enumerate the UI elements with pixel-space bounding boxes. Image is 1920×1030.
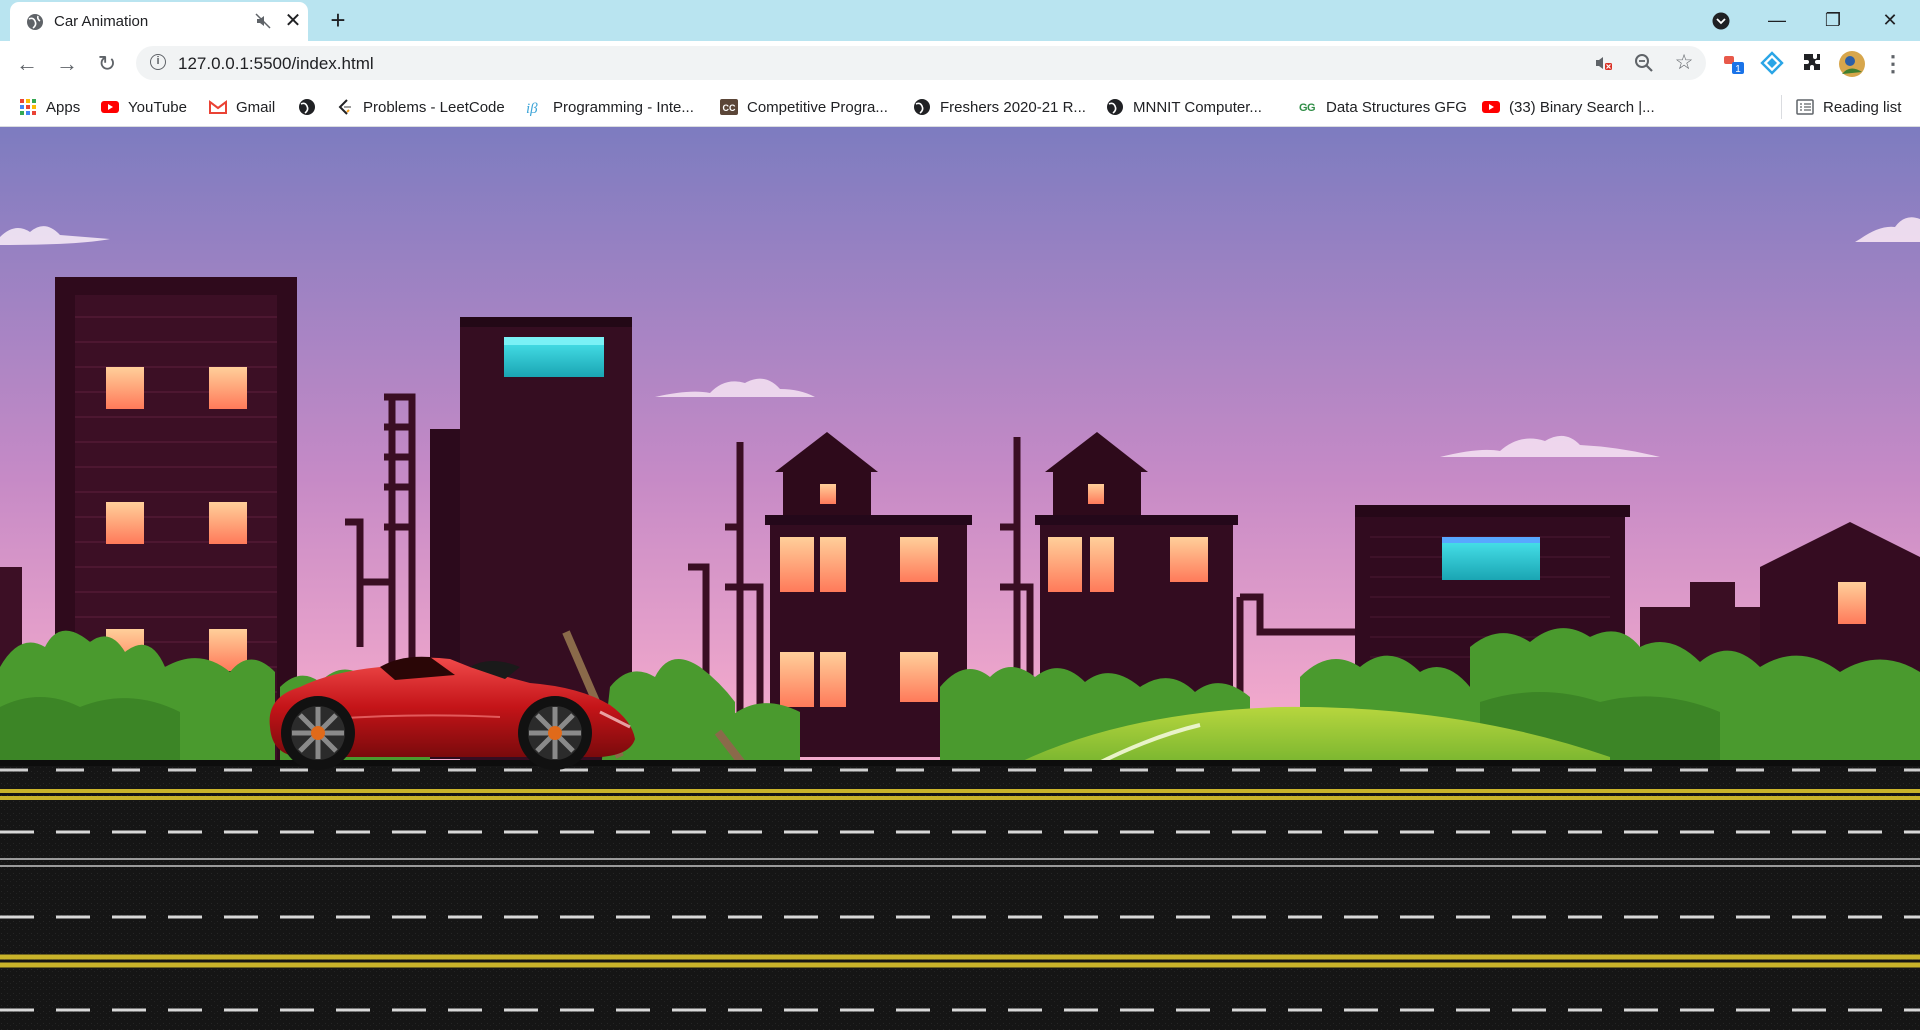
extension-tabs-icon[interactable]: 1 [1722,51,1746,75]
bookmark-youtube[interactable]: YouTube [101,97,187,117]
bookmark-apps[interactable]: Apps [19,97,80,117]
front-wheel [518,696,592,770]
road-edge [0,760,1920,766]
bookmark-gmail[interactable]: Gmail [209,97,275,117]
extension-badge: 1 [1735,64,1741,75]
rear-wheel [281,696,355,770]
bookmark-globe[interactable] [298,97,325,117]
bookmark-label: Competitive Progra... [747,98,888,116]
svg-text:iβ: iβ [526,101,538,116]
bookmark-label: Programming - Inte... [553,98,694,116]
tab-search-icon[interactable] [1712,12,1730,30]
close-tab-icon[interactable]: ✕ [282,10,304,32]
bookmark-label: Data Structures GFG [1326,98,1467,116]
road [0,762,1920,1030]
interviewbit-icon: iβ [526,101,538,116]
bookmark-label: Problems - LeetCode [363,98,505,116]
bookmark-codechef[interactable]: CC Competitive Progra... [720,97,888,117]
minimize-window-icon[interactable]: — [1757,4,1797,36]
bookmark-freshers[interactable]: Freshers 2020-21 R... [913,97,1086,117]
bookmark-label: Gmail [236,98,276,116]
bookmark-label: YouTube [128,98,187,116]
globe-icon [1107,99,1123,115]
bookmark-star-icon[interactable]: ☆ [1674,52,1694,73]
bookmarks-divider [1781,95,1782,119]
youtube-icon [101,101,119,113]
site-info-icon[interactable]: i [150,54,166,70]
bookmark-label: Apps [46,98,81,116]
address-url[interactable]: 127.0.0.1:5500/index.html [178,54,374,74]
address-bar[interactable]: i 127.0.0.1:5500/index.html ☆ [136,46,1706,80]
bookmark-label: (33) Binary Search |... [1509,98,1655,116]
reading-list-button[interactable]: Reading list [1796,97,1901,117]
bookmark-gfg[interactable]: GG Data Structures GFG [1299,97,1467,117]
restore-window-icon[interactable]: ❐ [1813,4,1853,36]
back-arrow-icon[interactable]: ← [12,49,42,79]
extension-diamond-icon[interactable] [1760,51,1784,75]
gfg-icon: GG [1299,102,1316,114]
tab-car-animation[interactable]: Car Animation ✕ [10,2,308,41]
zoom-icon[interactable] [1634,53,1654,73]
gmail-icon [209,100,227,114]
reload-icon[interactable]: ↻ [92,49,122,79]
browser-toolbar: ← → ↻ i 127.0.0.1:5500/index.html ☆ 1 ⋮ [0,41,1920,86]
globe-icon [299,99,315,115]
browser-menu-icon[interactable]: ⋮ [1878,49,1908,79]
reading-list-icon [1796,99,1814,115]
svg-text:G: G [1307,102,1316,114]
codechef-icon: CC [720,99,738,115]
forward-arrow-icon[interactable]: → [52,49,82,79]
leetcode-icon [338,99,351,115]
globe-icon [27,14,43,30]
apps-grid-icon [20,99,36,115]
bookmark-label: MNNIT Computer... [1133,98,1262,116]
bookmark-interviewbit[interactable]: iβ Programming - Inte... [526,97,694,117]
profile-avatar[interactable] [1838,50,1866,78]
tab-strip: Car Animation ✕ + — ❐ ✕ [0,0,1920,41]
bookmark-mnnit[interactable]: MNNIT Computer... [1106,97,1262,117]
youtube-icon [1482,101,1500,113]
globe-icon [914,99,930,115]
bookmarks-bar: Apps YouTube Gmail Problems - LeetCode i… [0,86,1920,127]
tab-title: Car Animation [54,13,149,30]
tab-muted-speaker-icon[interactable] [254,12,272,30]
close-window-icon[interactable]: ✕ [1870,4,1910,36]
extensions-puzzle-icon[interactable] [1800,51,1824,75]
new-tab-plus-icon[interactable]: + [324,6,352,34]
sound-blocked-icon[interactable] [1594,54,1614,72]
bookmark-binary-search[interactable]: (33) Binary Search |... [1482,97,1655,117]
svg-text:CC: CC [723,103,736,113]
bookmark-label: Freshers 2020-21 R... [940,98,1086,116]
page-viewport [0,127,1920,1030]
bookmark-leetcode[interactable]: Problems - LeetCode [336,97,505,117]
reading-list-label: Reading list [1823,98,1902,116]
car-animation-scene [0,127,1920,1030]
